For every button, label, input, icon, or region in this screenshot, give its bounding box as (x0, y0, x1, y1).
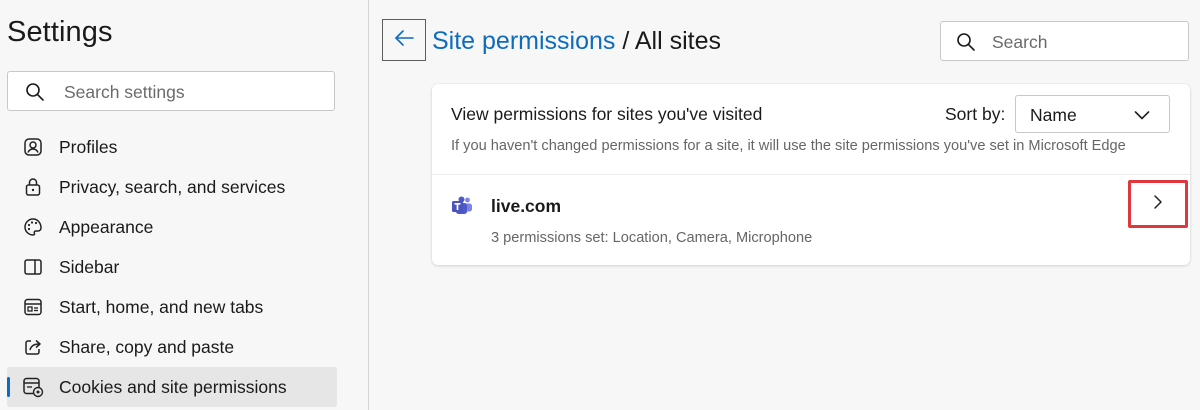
sidebar-item-privacy[interactable]: Privacy, search, and services (7, 167, 337, 207)
sidebar-item-label: Appearance (59, 216, 154, 237)
sort-label: Sort by: (945, 104, 1006, 124)
card-description: If you haven't changed permissions for a… (451, 138, 1126, 154)
site-row[interactable]: live.com 3 permissions set: Location, Ca… (432, 175, 1190, 265)
back-button[interactable] (382, 19, 426, 61)
sidebar-item-label: Sidebar (59, 256, 120, 277)
site-name: live.com (491, 196, 562, 216)
sidebar-item-label: Profiles (59, 136, 118, 157)
sidebar-item-share[interactable]: Share, copy and paste (7, 327, 337, 367)
chevron-down-icon (1133, 106, 1151, 129)
sidebar-item-cookies[interactable]: Cookies and site permissions (7, 367, 337, 407)
sidebar-item-start-home[interactable]: Start, home, and new tabs (7, 287, 337, 327)
sidebar-item-profiles[interactable]: Profiles (7, 127, 337, 167)
cookie-settings-icon (22, 376, 44, 398)
chevron-right-icon (1150, 193, 1166, 216)
open-site-details-button[interactable] (1128, 180, 1188, 228)
sidebar-item-sidebar[interactable]: Sidebar (7, 247, 337, 287)
sidebar-item-label: Cookies and site permissions (59, 376, 287, 397)
breadcrumb-site-permissions-link[interactable]: Site permissions (432, 27, 615, 55)
teams-icon (451, 195, 473, 222)
palette-icon (22, 216, 44, 238)
sidebar-item-label: Start, home, and new tabs (59, 296, 264, 317)
settings-sidebar: Settings Search settings Profiles Privac… (0, 0, 369, 410)
sidebar-nav: Profiles Privacy, search, and services A… (7, 127, 337, 407)
card-title: View permissions for sites you've visite… (451, 104, 763, 124)
search-placeholder: Search (992, 32, 1048, 52)
sidebar-item-appearance[interactable]: Appearance (7, 207, 337, 247)
sort-value: Name (1030, 105, 1077, 125)
site-permissions-card: View permissions for sites you've visite… (432, 84, 1190, 265)
search-settings-input[interactable]: Search settings (7, 71, 335, 111)
page-title: All sites (634, 27, 722, 55)
sort-dropdown[interactable]: Name (1015, 95, 1170, 133)
breadcrumb: Site permissions / All sites (432, 27, 721, 56)
search-input[interactable]: Search (940, 21, 1189, 61)
arrow-left-icon (393, 27, 415, 54)
search-settings-placeholder: Search settings (64, 82, 185, 102)
lock-icon (22, 176, 44, 198)
search-icon (956, 32, 976, 57)
sidebar-item-label: Privacy, search, and services (59, 176, 286, 197)
sidebar-icon (22, 256, 44, 278)
breadcrumb-separator: / (615, 27, 635, 55)
search-icon (25, 82, 45, 107)
site-permissions-summary: 3 permissions set: Location, Camera, Mic… (491, 230, 813, 246)
sidebar-title: Settings (7, 16, 113, 48)
home-tabs-icon (22, 296, 44, 318)
share-icon (22, 336, 44, 358)
profile-icon (22, 136, 44, 158)
sidebar-item-label: Share, copy and paste (59, 336, 235, 357)
